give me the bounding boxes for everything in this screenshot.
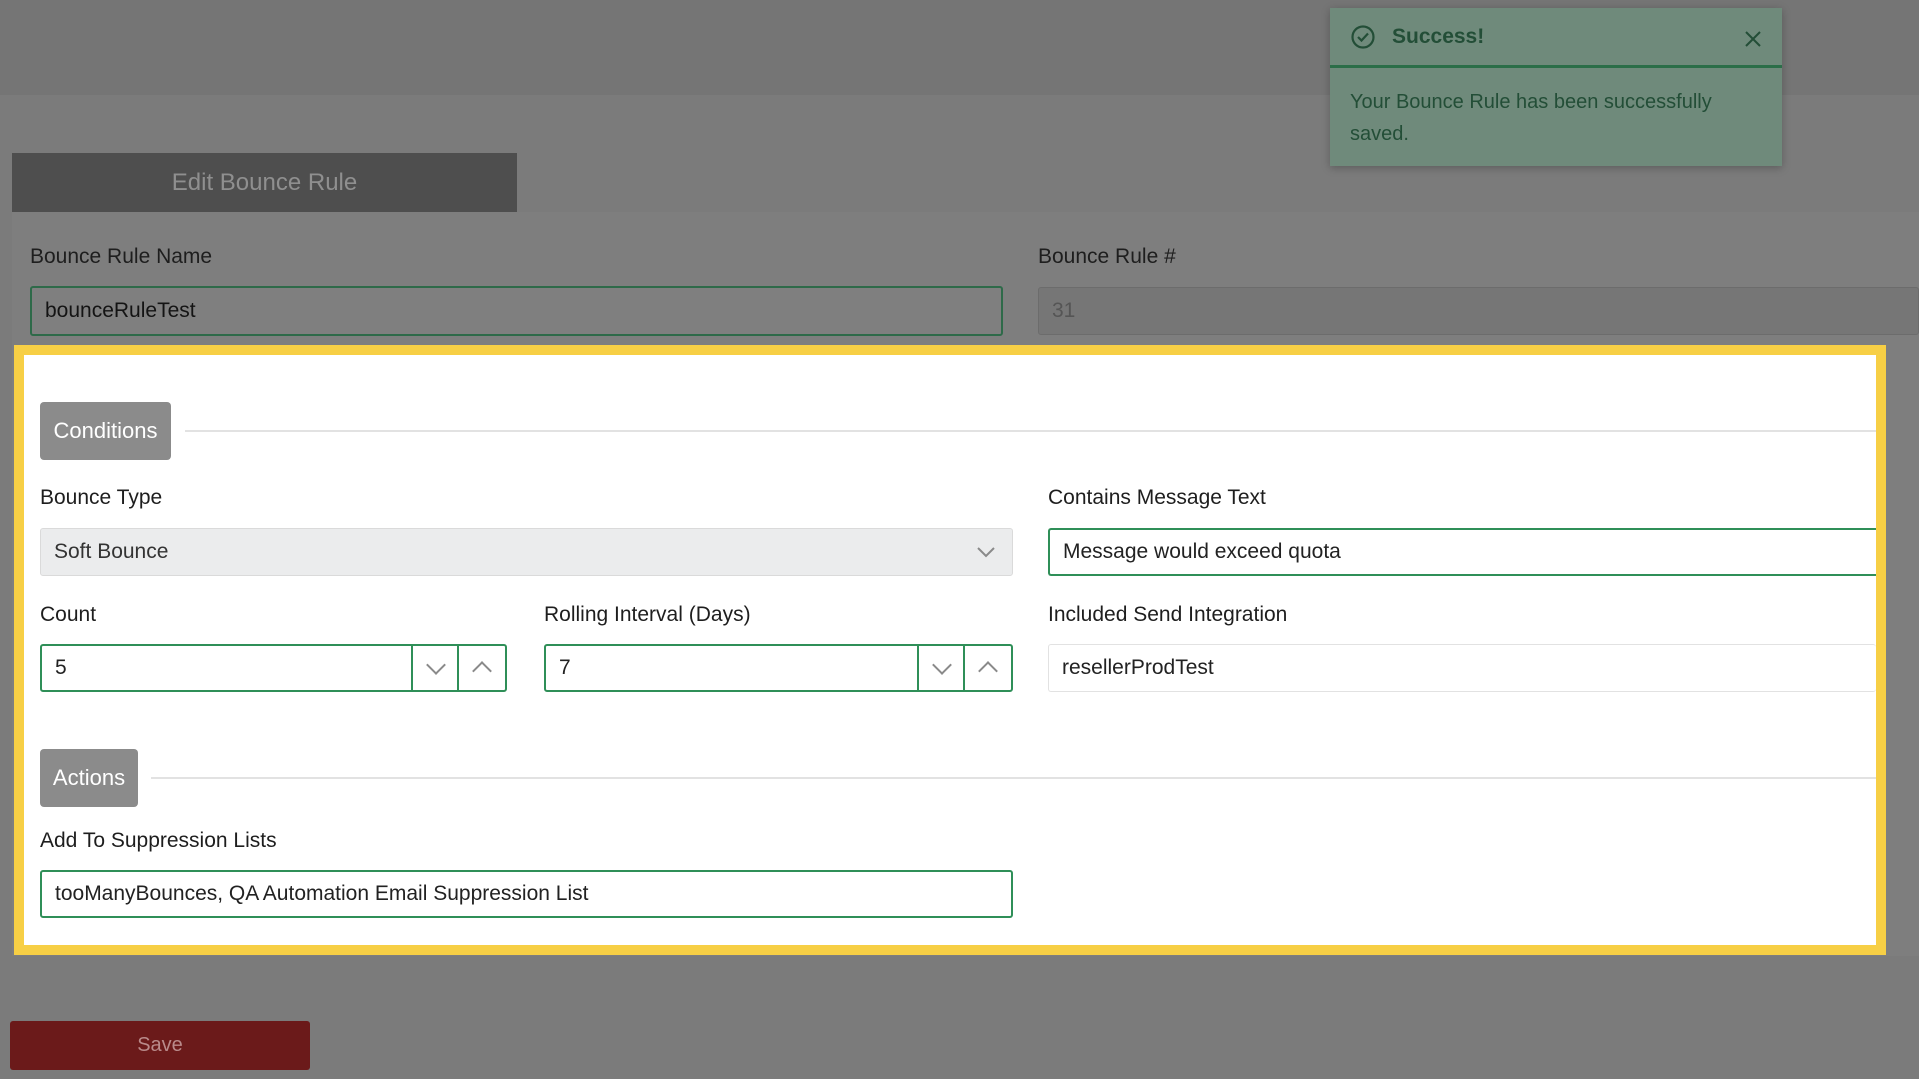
actions-section-button[interactable]: Actions [40,749,138,807]
bounce-rule-number-label: Bounce Rule # [1038,245,1176,268]
rolling-interval-decrement-button[interactable] [917,646,965,690]
bounce-rule-name-label: Bounce Rule Name [30,245,213,268]
close-icon[interactable] [1744,30,1762,48]
bounce-rule-name-input[interactable]: bounceRuleTest [30,286,1003,336]
included-send-integration-input[interactable]: resellerProdTest [1048,644,1876,692]
actions-section-label: Actions [52,765,126,790]
contains-message-text-input[interactable]: Message would exceed quota [1048,528,1876,576]
conditions-divider [185,430,1876,432]
bounce-rule-number-value: 31 [1052,299,1076,322]
suppression-lists-label: Add To Suppression Lists [40,829,277,852]
rolling-interval-increment-button[interactable] [963,646,1011,690]
contains-message-text-value: Message would exceed quota [1063,540,1341,563]
count-decrement-button[interactable] [411,646,459,690]
included-send-integration-value: resellerProdTest [1062,656,1214,679]
chevron-down-icon [977,547,995,558]
rolling-interval-value: 7 [559,656,571,679]
count-stepper[interactable]: 5 [40,644,507,692]
bounce-rule-name-value: bounceRuleTest [45,299,196,322]
rolling-interval-stepper[interactable]: 7 [544,644,1013,692]
suppression-lists-value: tooManyBounces, QA Automation Email Supp… [55,882,589,905]
count-label: Count [40,603,97,626]
bounce-type-select[interactable]: Soft Bounce [40,528,1013,576]
highlighted-region: Conditions Bounce Type Soft Bounce Conta… [14,345,1886,955]
contains-message-text-label: Contains Message Text [1048,486,1266,509]
chevron-up-icon [472,661,492,681]
toast-title: Success! [1392,24,1485,48]
edit-bounce-rule-tab[interactable]: Edit Bounce Rule [12,153,517,212]
bounce-type-label: Bounce Type [40,486,163,509]
conditions-section-button[interactable]: Conditions [40,402,171,460]
bounce-type-value: Soft Bounce [54,540,169,563]
suppression-lists-input[interactable]: tooManyBounces, QA Automation Email Supp… [40,870,1013,918]
save-button[interactable]: Save [10,1021,310,1070]
chevron-down-icon [932,655,952,675]
toast-message: Your Bounce Rule has been successfully s… [1350,91,1712,145]
count-increment-button[interactable] [457,646,505,690]
save-button-label: Save [137,1034,183,1056]
bounce-rule-number-input: 31 [1038,287,1919,335]
chevron-down-icon [426,655,446,675]
check-circle-icon [1351,24,1375,49]
success-toast: Success! Your Bounce Rule has been succe… [1330,8,1782,166]
rolling-interval-label: Rolling Interval (Days) [544,603,751,626]
conditions-section-label: Conditions [53,418,158,443]
chevron-up-icon [978,661,998,681]
count-value: 5 [55,656,67,679]
actions-divider [151,777,1876,779]
included-send-integration-label: Included Send Integration [1048,603,1288,626]
toast-header: Success! [1330,8,1782,68]
